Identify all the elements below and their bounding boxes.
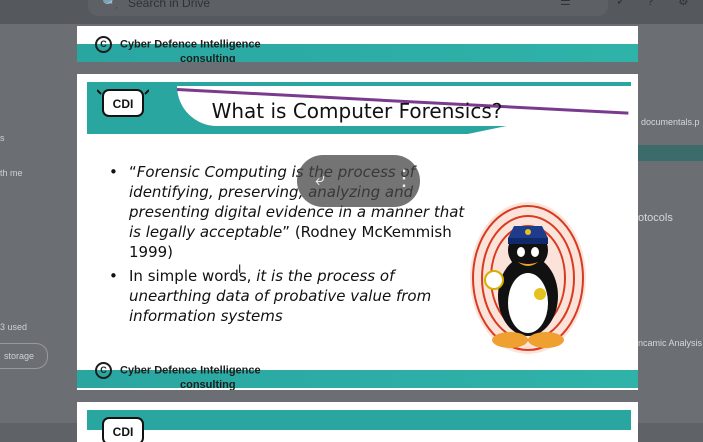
bullet-definition: “Forensic Computing is the process of id…	[107, 162, 477, 262]
file-analysis[interactable]: ncamic Analysis	[638, 338, 702, 348]
slide-header[interactable]: C Cyber Defence Intelligence consulting	[77, 26, 638, 62]
cdi-logo-icon: CDI	[97, 89, 149, 117]
footer-brand: C Cyber Defence Intelligence consulting	[95, 362, 261, 390]
help-icon[interactable]: ?	[647, 0, 654, 8]
settings-icon[interactable]: ⚙	[678, 0, 689, 8]
text-cursor-icon: I	[238, 262, 242, 276]
more-options-icon[interactable]: ⋮	[393, 165, 415, 191]
footer-brand-line2: consulting	[180, 379, 236, 390]
slide-main[interactable]: CDI What is Computer Forensics? “Forensi…	[77, 74, 638, 390]
storage-used: 3 used	[0, 322, 28, 332]
shared-with-me[interactable]: th me	[0, 168, 23, 178]
left-label: s	[0, 133, 5, 143]
penguin-fingerprint-icon	[470, 202, 586, 354]
get-storage-button[interactable]: storage	[0, 343, 48, 369]
file-protocols[interactable]: otocols	[638, 212, 673, 224]
footer-brand-line1: Cyber Defence Intelligence	[120, 364, 261, 377]
video-overlay-controls[interactable]: ⤶ ⋮	[297, 155, 420, 207]
copyright-icon: C	[95, 362, 112, 379]
next-slide-teal-bar	[87, 410, 631, 430]
quote-open: “	[129, 163, 137, 181]
cdi-logo-icon: CDI	[102, 417, 144, 442]
search-icon[interactable]: 🔍	[102, 0, 118, 10]
brand-line2: consulting	[180, 53, 236, 62]
svg-text:CDI: CDI	[113, 425, 134, 439]
bullet-list: “Forensic Computing is the process of id…	[107, 162, 477, 330]
filter-icon[interactable]: ☰	[560, 0, 571, 8]
slide-title: What is Computer Forensics?	[211, 99, 503, 123]
svg-text:CDI: CDI	[113, 97, 134, 111]
bullet-simple: In simple words, it is the process of un…	[107, 266, 477, 326]
slide-next[interactable]: CDI	[77, 402, 638, 442]
right-teal-strip	[638, 145, 703, 161]
file-documentals[interactable]: documentals.p	[641, 117, 700, 127]
back-arrow-icon[interactable]: ⤶	[315, 169, 325, 190]
copyright-icon: C	[95, 36, 112, 53]
brand-line1: Cyber Defence Intelligence	[120, 38, 261, 51]
brand-logo: C Cyber Defence Intelligence consulting	[95, 36, 261, 62]
check-icon[interactable]: ✓	[616, 0, 626, 8]
search-input[interactable]: Search in Drive	[128, 0, 210, 10]
